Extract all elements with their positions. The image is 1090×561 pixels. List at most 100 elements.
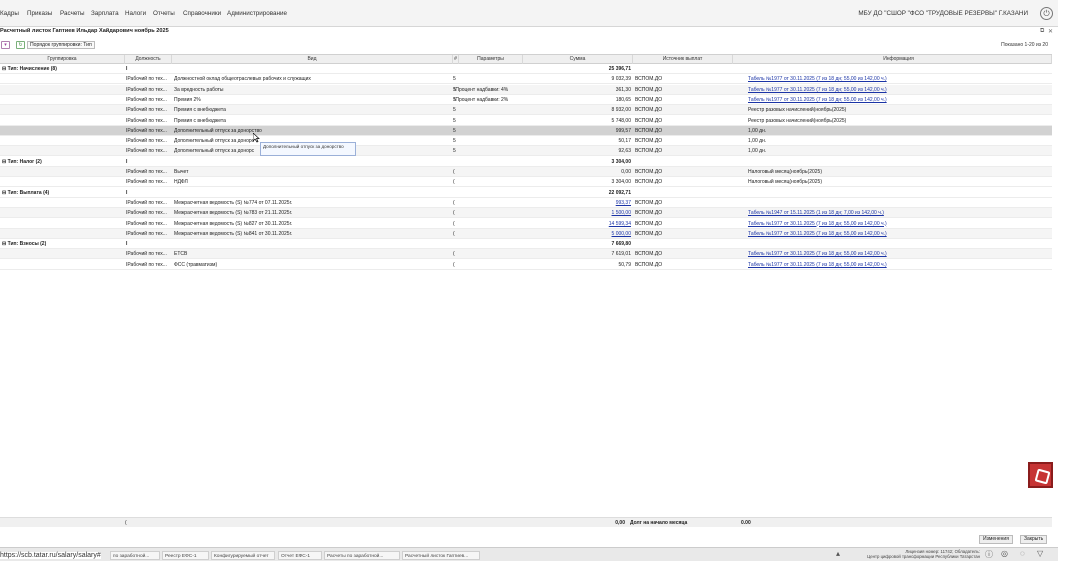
table-row[interactable]: IРабочий по тех... Межрасчетная ведомость… [0,208,1052,219]
cell-sum: 5 748,00 [611,117,631,124]
close-button[interactable]: Закрыть [1020,535,1048,544]
cell-info[interactable]: Табель №1977 от 30.11.2025 (7 из 18 дн; … [748,229,1050,238]
arrow-up-icon[interactable]: ▴ [836,549,840,558]
table-row[interactable]: IРабочий по тех... ФСС (травматизм)(50,79… [0,260,1052,270]
cell-info[interactable]: Табель №1977 от 30.11.2025 (7 из 18 дн; … [748,74,1050,83]
task-4[interactable]: Отчет ЕФС-1 [278,551,322,560]
power-icon[interactable]: ⏻ [1040,7,1053,20]
group-row[interactable]: ⊟ Тип: Выплата (4) I 22 092,71 [0,188,1052,198]
cell-group: ⊟ Тип: Взносы (2) [2,241,47,248]
cell-sum: 9 032,39 [611,76,631,83]
cell-pos: IРабочий по тех... [126,251,167,258]
table-row[interactable]: IРабочий по тех... Вычет(0,00 ВСПОМ.ДО Нало… [0,167,1052,177]
group-row[interactable]: ⊟ Тип: Взносы (2) I 7 669,80 [0,239,1052,250]
col-gruppirovka[interactable]: Группировка [0,55,125,64]
cell-pos: IРабочий по тех... [126,117,167,124]
task-5[interactable]: Расчеты по заработной... [324,551,400,560]
cell-vid: Межрасчетная ведомость (S) №774 от 07.11… [174,199,293,206]
chevron-down-icon[interactable]: ▽ [1037,549,1043,558]
table-row[interactable]: IРабочий по тех... Дополнительный отпуск … [0,136,1052,147]
restore-icon[interactable]: ⧉ [1040,28,1044,35]
cell-src: ВСПОМ.ДО [635,210,663,217]
cell-pos: IРабочий по тех... [126,127,167,134]
col-istochnik[interactable]: Источник выплат [633,55,733,64]
help-icon[interactable]: ⓘ [985,549,993,560]
col-parametry[interactable]: Параметры [459,55,523,64]
menu-item-zarplata[interactable]: Зарплата [91,10,119,17]
cell-info[interactable]: Табель №1977 от 30.11.2025 (7 из 18 дн; … [748,85,1050,94]
refresh-icon[interactable]: ↻ [16,41,25,49]
col-summa[interactable]: Сумма [523,55,633,64]
grid-header: Группировка Должность Вид # Параметры Су… [0,54,1052,64]
cell-info[interactable]: Табель №1977 от 30.11.2025 (7 из 18 дн; … [748,95,1050,104]
filter-icon[interactable]: ▾ [1,41,10,49]
table-row[interactable]: IРабочий по тех... Межрасчетная ведомость… [0,228,1052,239]
cell-pos: IРабочий по тех... [126,261,167,268]
cell-info[interactable]: Табель №1977 от 30.11.2025 (7 из 18 дн; … [748,219,1050,228]
table-row[interactable]: IРабочий по тех... Премия 2% 5 \Процент над… [0,95,1052,105]
cell-group [2,177,123,186]
cell-info [748,64,1050,73]
group-row[interactable]: ⊟ Тип: Налог (2) I 3 304,00 [0,157,1052,167]
debt-value: 0.00 [741,520,751,526]
menu-item-spravochniki[interactable]: Справочники [183,10,221,17]
task-3[interactable]: Конфигурируемый отчет [211,551,275,560]
table-row[interactable]: IРабочий по тех... Дополнительный отпуск … [0,125,1052,136]
table-row[interactable]: IРабочий по тех... ЕТСВ(7 619,01 ВСПОМ.ДО Т… [0,249,1052,260]
changes-button[interactable]: Изменения [979,535,1013,544]
menu-item-kadry[interactable]: Кадры [0,10,19,17]
close-icon[interactable]: ✕ [1048,28,1053,35]
menu-item-nalogi[interactable]: Налоги [125,10,146,17]
license-info: Лицензия номер: 11742; Обладатель: Центр… [856,549,980,559]
settings-icon[interactable]: ◌ [1020,549,1025,558]
cell-vid: Премия с внебюджета [174,107,226,114]
cell-par [454,239,523,248]
cell-group [2,85,123,94]
cell-vid: Премия с внебюджета [174,117,226,124]
task-2[interactable]: Реестр ЕФС-1 [162,551,209,560]
col-informatsiya[interactable]: Информация [746,55,1052,64]
totals-pos: ( [125,520,127,526]
menu-item-administrirovanie[interactable]: Администрирование [227,10,287,17]
cell-par [454,208,523,217]
task-6[interactable]: Расчетный листок Гаптиев... [402,551,480,560]
cell-sum[interactable]: 5 000,00 [523,229,631,238]
menu-item-raschety[interactable]: Расчеты [60,10,85,17]
cell-group [2,105,123,114]
menu-item-prikazy[interactable]: Приказы [27,10,52,17]
table-row[interactable]: IРабочий по тех... Межрасчетная ведомость… [0,219,1052,229]
table-row[interactable]: IРабочий по тех... НДФЛ(3 304,00 ВСПОМ.ДО Н… [0,177,1052,188]
cell-sum[interactable]: 1 500,00 [523,208,631,217]
cell-info: Реестр разовых начислений(ноябрь(2025) [748,107,847,114]
table-row[interactable]: IРабочий по тех... За вредность работы 5 \П… [0,84,1052,95]
tooltip: Дополнительный отпуск за донорство [260,142,356,156]
cell-par [454,198,523,207]
col-dolzhnost[interactable]: Должность [125,55,172,64]
cell-pos: IРабочий по тех... [126,86,167,93]
table-row[interactable]: IРабочий по тех... Дополнительный отпуск … [0,146,1052,157]
group-row[interactable]: ⊟ Тип: Начисление (8) I 25 396,71 [0,64,1052,74]
camera-icon[interactable]: ◎ [1001,549,1008,558]
app-launcher-icon[interactable] [1028,462,1053,488]
cell-info[interactable]: Табель №1977 от 30.11.2025 (7 из 18 дн; … [748,260,1050,269]
grouping-order-button[interactable]: Порядок группировки: Тип [27,41,95,49]
cell-par [454,136,523,145]
task-1[interactable]: по заработной... [110,551,160,560]
col-vid[interactable]: Вид [172,55,453,64]
cell-par [454,116,523,125]
table-row[interactable]: IРабочий по тех... Премия с внебюджета 5 8 … [0,105,1052,116]
cell-vid: Дополнительный отпуск за донорство [174,127,262,134]
cell-pos: IРабочий по тех... [126,199,167,206]
cell-vid: ФСС (травматизм) [174,261,218,268]
cell-sum[interactable]: 993,37 [523,198,631,207]
cell-vid: За вредность работы [174,86,224,93]
table-row[interactable]: IРабочий по тех... Межрасчетная ведомость… [0,198,1052,208]
cell-src: ВСПОМ.ДО [635,251,663,258]
cell-info[interactable]: Табель №1977 от 30.11.2025 (7 из 18 дн; … [748,249,1050,258]
cell-info[interactable]: Табель №1947 от 15.11.2025 (1 из 18 дн; … [748,208,1050,217]
cell-sum[interactable]: 14 599,34 [523,219,631,228]
table-row[interactable]: IРабочий по тех... Премия с внебюджета 5 5 … [0,116,1052,126]
table-row[interactable]: IРабочий по тех... Должностной оклад обще… [0,74,1052,85]
cell-sum: 92,63 [618,148,631,155]
menu-item-otchety[interactable]: Отчеты [153,10,175,17]
